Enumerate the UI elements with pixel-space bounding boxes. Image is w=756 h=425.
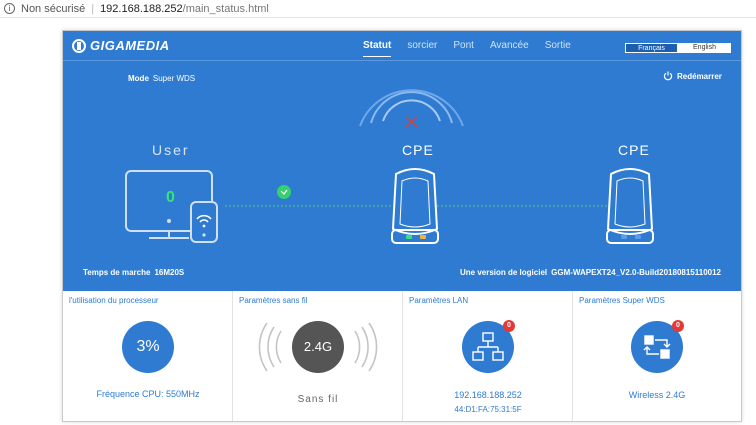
status-cards: l'utilisation du processeur 3% Fréquence… bbox=[63, 291, 741, 421]
link-ok-icon bbox=[277, 185, 291, 199]
user-count: 0 bbox=[166, 189, 175, 206]
uptime-value: 16M20S bbox=[154, 268, 185, 277]
wifi-signal-icon bbox=[359, 89, 464, 127]
cpu-usage-circle: 3% bbox=[122, 321, 174, 373]
wireless-label: Sans fil bbox=[297, 394, 339, 405]
user-label: User bbox=[152, 142, 190, 158]
router-admin-panel: GIGAMEDIA Statut sorcier Pont Avancée So… bbox=[62, 30, 742, 422]
cpe-remote-label: CPE bbox=[618, 142, 650, 158]
info-icon[interactable]: i bbox=[4, 3, 15, 14]
phone-icon bbox=[190, 201, 218, 243]
divider: | bbox=[91, 2, 95, 15]
card-lan-title: Paramètres LAN bbox=[409, 296, 469, 305]
cpe-remote-device-icon bbox=[606, 168, 654, 244]
topology-diagram bbox=[125, 89, 654, 244]
card-cpu: l'utilisation du processeur 3% Fréquence… bbox=[63, 291, 233, 421]
address-bar[interactable]: i Non sécurisé | 192.168.188.252 /main_s… bbox=[0, 0, 756, 18]
url-path: /main_status.html bbox=[182, 2, 269, 15]
wds-mode: Wireless 2.4G bbox=[628, 390, 686, 400]
uptime-display: Temps de marche 16M20S bbox=[83, 268, 184, 277]
card-wds-title: Paramètres Super WDS bbox=[579, 296, 665, 305]
lan-badge: 0 bbox=[503, 320, 515, 332]
status-hero: GIGAMEDIA Statut sorcier Pont Avancée So… bbox=[63, 31, 741, 291]
wds-badge: 0 bbox=[672, 320, 684, 332]
cpe-label: CPE bbox=[402, 142, 434, 158]
firmware-label: Une version de logiciel bbox=[459, 268, 548, 277]
cpu-frequency: Fréquence CPU: 550MHz bbox=[96, 389, 200, 399]
firmware-value: GGM-WAPEXT24_V2.0-Build20180815110012 bbox=[551, 268, 721, 277]
cpe-device-icon bbox=[391, 168, 439, 244]
card-cpu-title: l'utilisation du processeur bbox=[69, 296, 159, 305]
no-signal-cross-icon bbox=[405, 116, 418, 128]
card-wireless[interactable]: Paramètres sans fil 2.4G Sans fil bbox=[233, 291, 403, 421]
card-lan[interactable]: Paramètres LAN 0 192.168.188.252 44:D1:F… bbox=[403, 291, 573, 421]
card-wds[interactable]: Paramètres Super WDS 0 Wireless 2.4G bbox=[573, 291, 741, 421]
wireless-band-circle[interactable]: 2.4G bbox=[292, 321, 344, 373]
security-label: Non sécurisé bbox=[21, 2, 86, 15]
url-host: 192.168.188.252 bbox=[100, 2, 183, 15]
lan-mac: 44:D1:FA:75:31:5F bbox=[454, 405, 522, 414]
lan-ip: 192.168.188.252 bbox=[454, 390, 522, 400]
firmware-display: Une version de logiciel GGM-WAPEXT24_V2.0… bbox=[460, 268, 721, 277]
uptime-label: Temps de marche bbox=[83, 268, 151, 277]
